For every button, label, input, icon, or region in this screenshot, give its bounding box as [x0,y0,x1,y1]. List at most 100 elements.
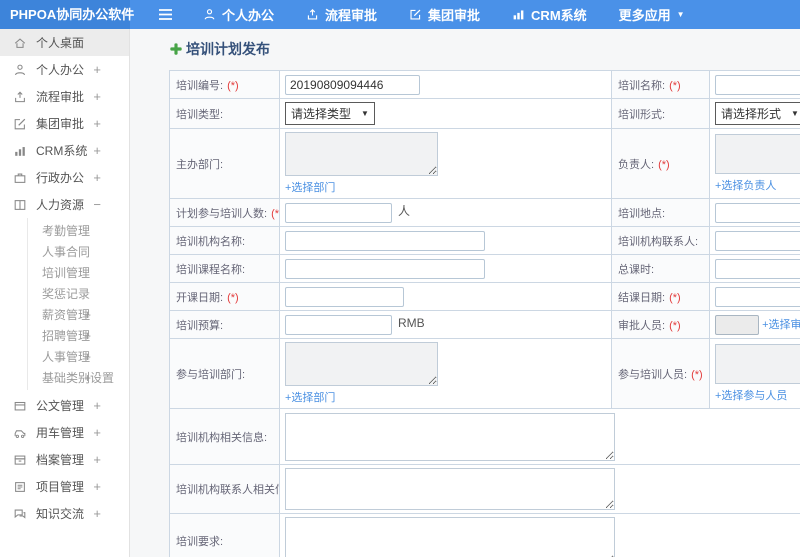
nav-label: 个人办公 [222,8,275,23]
field-label: 培训机构名称: [176,235,246,248]
planned-count-input[interactable] [285,202,392,223]
org-contact-info-textarea[interactable] [285,468,615,510]
sidebar-item-knowledge[interactable]: 知识交流 + [0,500,129,527]
submenu-item-label: 奖惩记录 [42,287,91,301]
sidebar-item-vehicle[interactable]: 用车管理 + [0,419,129,446]
sidebar-item-documents[interactable]: 公文管理 + [0,392,129,419]
nav-workflow-approval[interactable]: 流程审批 [306,5,377,24]
total-hours-input[interactable] [715,258,800,279]
nav-crm-system[interactable]: CRM系统 [512,5,587,24]
sidebar-item-hr[interactable]: 人力资源 − [0,191,129,218]
car-icon [13,426,27,440]
requirements-textarea[interactable] [285,517,615,557]
course-name-input[interactable] [285,258,485,279]
submenu-item-attendance[interactable]: 考勤管理 [0,220,129,241]
required-mark: (*) [669,319,681,332]
select-participants-link[interactable]: +选择参与人员 [715,387,787,403]
expand-icon[interactable]: + [93,479,101,494]
sidebar-item-personal-office[interactable]: 个人办公 + [0,56,129,83]
end-date-input[interactable] [715,286,800,307]
nav-more-apps[interactable]: 更多应用 ▼ [619,5,685,24]
field-label: 培训类型: [176,108,224,121]
submenu-item-base-category[interactable]: 基础类别设置 + [0,367,129,388]
top-header: PHPOA协同办公软件 个人办公 流程审批 集团审批 CRM系统 更多应用 ▼ [0,0,800,29]
sidebar-item-personal-desktop[interactable]: 个人桌面 [0,29,129,56]
document-icon [13,399,27,413]
briefcase-icon [13,171,27,185]
join-dept-textarea[interactable] [285,342,438,386]
sidebar-item-admin-office[interactable]: 行政办公 + [0,164,129,191]
form-row: 开课日期: (*) 结课日期: (*) [169,282,800,311]
training-form-select[interactable]: 请选择形式 ▼ [715,102,800,125]
submenu-item-training[interactable]: 培训管理 [0,262,129,283]
budget-input[interactable] [285,314,392,335]
expand-icon[interactable]: + [84,308,91,322]
training-no-input[interactable] [285,74,420,95]
field-label: 培训课程名称: [176,263,246,276]
select-dept-link[interactable]: +选择部门 [285,389,335,405]
select-approver-link[interactable]: +选择审批人员 [762,318,800,330]
form-row: 培训机构相关信息: [169,408,800,465]
training-type-select[interactable]: 请选择类型 ▼ [285,102,375,125]
page-title-text: 培训计划发布 [186,41,270,57]
org-info-textarea[interactable] [285,412,615,461]
expand-icon[interactable]: + [93,170,101,185]
field-label: 结课日期: [618,291,666,304]
select-dept-link[interactable]: +选择部门 [285,179,335,195]
sidebar-item-archives[interactable]: 档案管理 + [0,446,129,473]
sidebar-item-label: CRM系统 [36,144,88,158]
sidebar-item-label: 流程审批 [36,90,85,104]
submenu-item-hr-contract[interactable]: 人事合同 [0,241,129,262]
host-dept-textarea[interactable] [285,132,438,176]
expand-icon[interactable]: + [84,371,91,385]
sidebar-item-label: 人力资源 [36,198,85,212]
field-label: 计划参与培训人数: [176,207,268,220]
sidebar-item-projects[interactable]: 项目管理 + [0,473,129,500]
leader-textarea[interactable] [715,134,800,174]
sidebar-item-label: 个人办公 [36,63,85,77]
field-label: 培训机构联系人: [618,235,699,248]
submenu-item-label: 基础类别设置 [42,371,115,385]
form-row: 培训机构名称: 培训机构联系人: [169,226,800,255]
training-name-input[interactable] [715,74,800,95]
submenu-item-personnel[interactable]: 人事管理 + [0,346,129,367]
expand-icon[interactable]: + [93,62,101,77]
form-row: 培训编号:(*) 培训名称:(*) [169,70,800,99]
start-date-input[interactable] [285,286,404,307]
expand-icon[interactable]: + [93,452,101,467]
expand-icon[interactable]: + [93,506,101,521]
org-name-input[interactable] [285,230,485,251]
sidebar-item-label: 个人桌面 [36,36,85,50]
submenu-item-recruit[interactable]: 招聘管理 + [0,325,129,346]
required-mark: (*) [669,79,681,92]
hamburger-menu-icon[interactable] [158,8,173,21]
submenu-item-rewards[interactable]: 奖惩记录 [0,283,129,304]
required-mark: (*) [271,207,280,220]
join-people-textarea[interactable] [715,344,800,384]
sidebar-item-workflow-approval[interactable]: 流程审批 + [0,83,129,110]
caret-down-icon: ▼ [676,10,685,19]
sidebar-item-label: 公文管理 [36,399,85,413]
expand-icon[interactable]: + [93,116,101,131]
bar-chart-icon [512,8,525,21]
field-label: 总课时: [618,263,655,276]
sidebar-item-group-approval[interactable]: 集团审批 + [0,110,129,137]
sidebar-item-crm-system[interactable]: CRM系统 + [0,137,129,164]
expand-icon[interactable]: + [93,425,101,440]
expand-icon[interactable]: + [93,143,101,158]
nav-group-approval[interactable]: 集团审批 [409,5,480,24]
expand-icon[interactable]: + [84,350,91,364]
collapse-icon[interactable]: − [93,197,101,212]
clipboard-icon [13,480,27,494]
org-contact-input[interactable] [715,230,800,251]
select-leader-link[interactable]: +选择负责人 [715,177,776,193]
approver-input[interactable] [715,314,759,335]
expand-icon[interactable]: + [93,89,101,104]
sidebar-item-label: 集团审批 [36,117,85,131]
location-input[interactable] [715,202,800,223]
expand-icon[interactable]: + [84,329,91,343]
expand-icon[interactable]: + [93,398,101,413]
nav-personal-office[interactable]: 个人办公 [203,5,274,24]
user-icon [203,8,216,21]
submenu-item-salary[interactable]: 薪资管理 + [0,304,129,325]
